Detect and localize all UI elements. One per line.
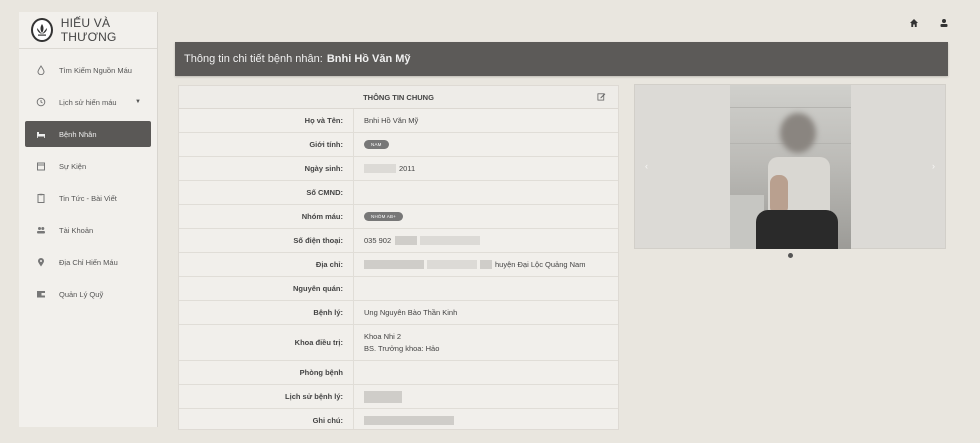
- chevron-down-icon: ▼: [135, 99, 141, 105]
- photo-carousel: ‹ ›: [634, 84, 946, 249]
- row-dob: Ngày sinh: 2011: [179, 157, 618, 181]
- sidebar-item-donation-sites[interactable]: Địa Chỉ Hiến Máu: [25, 249, 151, 275]
- topbar-icons: [908, 17, 950, 29]
- brand[interactable]: HIẾU VÀ THƯƠNG: [19, 12, 157, 49]
- value-dob: 2011: [399, 164, 416, 173]
- label-hometown: Nguyên quán:: [179, 277, 354, 300]
- label-address: Địa chỉ:: [179, 253, 354, 276]
- redacted-text: [364, 164, 396, 173]
- patient-photo: [730, 85, 851, 249]
- bed-icon: [35, 128, 47, 140]
- value-name: Bnhi Hồ Văn Mỹ: [364, 116, 419, 125]
- sidebar-item-accounts[interactable]: Tài Khoản: [25, 217, 151, 243]
- value-address: huyện Đại Lộc Quảng Nam: [495, 260, 586, 269]
- sidebar: HIẾU VÀ THƯƠNG Tìm Kiếm Nguồn Máu Lịch s…: [19, 12, 158, 427]
- row-cmnd: Số CMND:: [179, 181, 618, 205]
- general-info-title: THÔNG TIN CHUNG: [363, 92, 434, 102]
- general-info-header: THÔNG TIN CHUNG: [179, 86, 618, 109]
- redacted-text: [364, 390, 402, 403]
- label-dept: Khoa điều trị:: [179, 325, 354, 360]
- row-name: Họ và Tên: Bnhi Hồ Văn Mỹ: [179, 109, 618, 133]
- sidebar-item-donation-history[interactable]: Lịch sử hiến máu ▼: [25, 89, 151, 115]
- clipboard-icon: [35, 192, 47, 204]
- chevron-left-icon[interactable]: ‹: [645, 161, 648, 171]
- value-dept: Khoa Nhi 2: [364, 331, 402, 341]
- map-pin-icon: [35, 256, 47, 268]
- chevron-right-icon[interactable]: ›: [932, 161, 935, 171]
- users-icon: [35, 224, 47, 236]
- label-disease: Bệnh lý:: [179, 301, 354, 324]
- general-info-card: THÔNG TIN CHUNG Họ và Tên: Bnhi Hồ Văn M…: [178, 85, 619, 430]
- sidebar-item-label: Địa Chỉ Hiến Máu: [59, 257, 118, 267]
- row-blood: Nhóm máu: NHÓM AB+: [179, 205, 618, 229]
- row-gender: Giới tính: NAM: [179, 133, 618, 157]
- sidebar-item-label: Tài Khoản: [59, 225, 94, 235]
- redacted-text: [427, 260, 477, 269]
- row-room: Phòng bệnh: [179, 361, 618, 385]
- lotus-logo-icon: [31, 18, 53, 42]
- row-phone: Số điện thoại: 035 902: [179, 229, 618, 253]
- sidebar-item-patients[interactable]: Bệnh Nhân: [25, 121, 151, 147]
- page-title: Thông tin chi tiết bệnh nhân: Bnhi Hồ Vă…: [175, 42, 948, 76]
- sidebar-item-label: Tin Tức - Bài Viết: [59, 193, 117, 203]
- sidebar-item-label: Sự Kiện: [59, 161, 87, 171]
- redacted-text: [480, 260, 492, 269]
- redacted-text: [364, 260, 424, 269]
- value-head-doctor: BS. Trưởng khoa: Hảo: [364, 343, 440, 353]
- row-dept: Khoa điều trị: Khoa Nhi 2 BS. Trưởng kho…: [179, 325, 618, 361]
- label-history: Lịch sử bệnh lý:: [179, 385, 354, 408]
- history-icon: [35, 96, 47, 108]
- sidebar-item-label: Bệnh Nhân: [59, 129, 97, 139]
- calendar-icon: [35, 160, 47, 172]
- sidebar-item-label: Lịch sử hiến máu: [59, 97, 117, 107]
- blood-group-badge: NHÓM AB+: [364, 212, 403, 221]
- label-phone: Số điện thoại:: [179, 229, 354, 252]
- redacted-text: [395, 236, 418, 245]
- sidebar-item-label: Tìm Kiếm Nguồn Máu: [59, 65, 132, 75]
- carousel-indicator[interactable]: [788, 253, 793, 258]
- row-address: Địa chỉ: huyện Đại Lộc Quảng Nam: [179, 253, 618, 277]
- sidebar-item-blood-search[interactable]: Tìm Kiếm Nguồn Máu: [25, 57, 151, 83]
- label-dob: Ngày sinh:: [179, 157, 354, 180]
- value-phone: 035 902: [364, 236, 392, 245]
- label-blood: Nhóm máu:: [179, 205, 354, 228]
- label-cmnd: Số CMND:: [179, 181, 354, 204]
- label-name: Họ và Tên:: [179, 109, 354, 132]
- drop-icon: [35, 64, 47, 76]
- value-hometown: [354, 277, 618, 300]
- value-cmnd: [354, 181, 618, 204]
- gender-badge: NAM: [364, 140, 389, 149]
- row-hometown: Nguyên quán:: [179, 277, 618, 301]
- page-title-prefix: Thông tin chi tiết bệnh nhân:: [184, 53, 323, 65]
- row-disease: Bệnh lý: Ung Nguyên Bào Thần Kinh: [179, 301, 618, 325]
- label-room: Phòng bệnh: [179, 361, 354, 384]
- home-icon[interactable]: [908, 17, 920, 29]
- row-note: Ghi chú:: [179, 409, 618, 429]
- user-icon[interactable]: [938, 17, 950, 29]
- label-gender: Giới tính:: [179, 133, 354, 156]
- wallet-icon: [35, 288, 47, 300]
- sidebar-item-label: Quản Lý Quỹ: [59, 289, 104, 299]
- sidebar-item-news[interactable]: Tin Tức - Bài Viết: [25, 185, 151, 211]
- row-history: Lịch sử bệnh lý:: [179, 385, 618, 409]
- sidebar-item-fund[interactable]: Quản Lý Quỹ: [25, 281, 151, 307]
- patient-name-title: Bnhi Hồ Văn Mỹ: [326, 53, 411, 65]
- value-room: [354, 361, 618, 384]
- sidebar-item-events[interactable]: Sự Kiện: [25, 153, 151, 179]
- brand-name: HIẾU VÀ THƯƠNG: [60, 16, 117, 44]
- redacted-text: [364, 416, 454, 425]
- value-disease: Ung Nguyên Bào Thần Kinh: [364, 308, 458, 317]
- label-note: Ghi chú:: [179, 409, 354, 429]
- redacted-text: [420, 236, 481, 245]
- edit-icon[interactable]: [597, 92, 606, 103]
